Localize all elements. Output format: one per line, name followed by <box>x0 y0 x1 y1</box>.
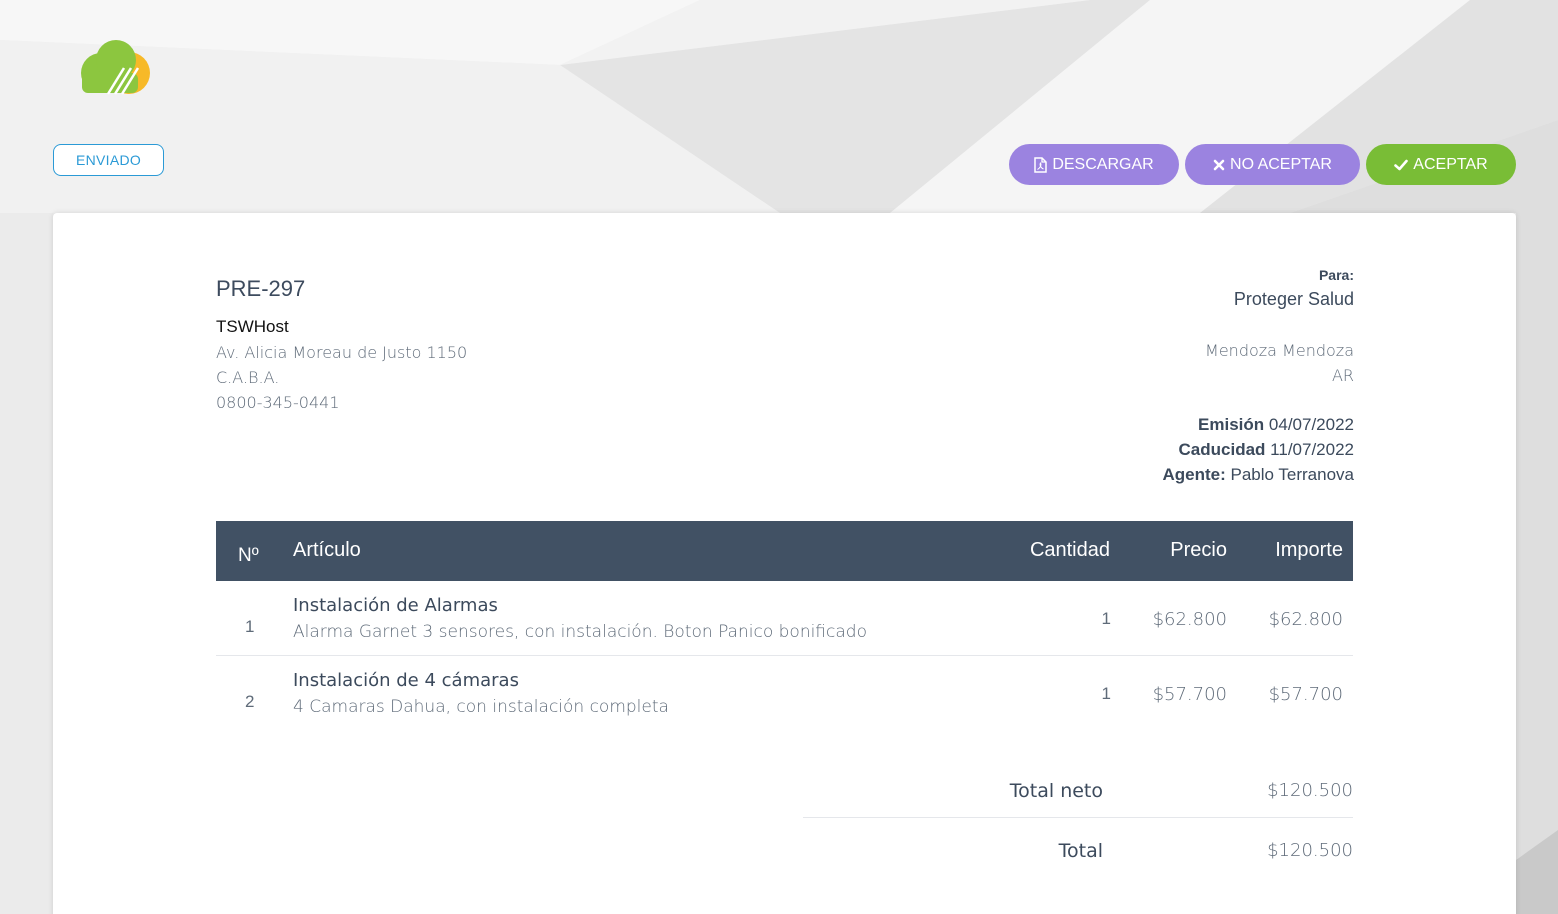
net-total-label: Total neto <box>1009 780 1103 802</box>
agent-name: Pablo Terranova <box>1230 465 1355 484</box>
issue-date-row: Emisión 04/07/2022 <box>1198 415 1354 435</box>
header-num: Nº <box>238 545 259 566</box>
items-table: Nº Artículo Cantidad Precio Importe 1 In… <box>216 521 1353 731</box>
agent-row: Agente: Pablo Terranova <box>1162 465 1354 485</box>
status-badge: ENVIADO <box>53 144 164 176</box>
table-header: Nº Artículo Cantidad Precio Importe <box>216 521 1353 581</box>
download-button-label: DESCARGAR <box>1052 155 1154 173</box>
recipient-country: AR <box>1331 366 1354 385</box>
accept-button[interactable]: ACEPTAR <box>1366 144 1516 185</box>
reject-button-label: NO ACEPTAR <box>1230 155 1332 173</box>
check-icon <box>1394 159 1409 171</box>
company-name: TSWHost <box>216 317 289 336</box>
company-phone: 0800-345-0441 <box>216 393 340 412</box>
item-title: Instalación de Alarmas <box>293 595 498 616</box>
company-logo <box>81 40 150 95</box>
item-quantity: 1 <box>1101 684 1111 703</box>
item-amount: $57.700 <box>1268 684 1343 705</box>
item-price: $62.800 <box>1152 609 1227 630</box>
item-quantity: 1 <box>1101 609 1111 628</box>
expiry-date-row: Caducidad 11/07/2022 <box>1179 440 1354 460</box>
issue-date-label: Emisión <box>1198 415 1265 434</box>
header-quantity: Cantidad <box>1029 539 1110 561</box>
quote-card: PRE-297 TSWHost Av. Alicia Moreau de Jus… <box>53 213 1516 914</box>
expiry-date-value: 11/07/2022 <box>1270 440 1354 459</box>
accept-button-label: ACEPTAR <box>1413 155 1488 173</box>
recipient-city: Mendoza Mendoza <box>1205 341 1354 360</box>
item-amount: $62.800 <box>1268 609 1343 630</box>
header-amount: Importe <box>1275 539 1343 561</box>
download-button[interactable]: DESCARGAR <box>1009 144 1179 185</box>
reject-button[interactable]: NO ACEPTAR <box>1185 144 1360 185</box>
issue-date-value: 04/07/2022 <box>1268 415 1354 434</box>
expiry-date-label: Caducidad <box>1178 440 1266 459</box>
item-description: Alarma Garnet 3 sensores, con instalació… <box>293 622 867 642</box>
recipient-label: Para: <box>1318 267 1354 283</box>
row-number: 1 <box>245 617 255 636</box>
header-price: Precio <box>1170 539 1227 561</box>
table-row: 1 Instalación de Alarmas Alarma Garnet 3… <box>216 581 1353 656</box>
total-label: Total <box>1058 840 1103 862</box>
table-row: 2 Instalación de 4 cámaras 4 Camaras Dah… <box>216 656 1353 731</box>
net-total-value: $120.500 <box>1267 780 1353 801</box>
document-number: PRE-297 <box>216 276 306 301</box>
total-value: $120.500 <box>1267 840 1353 861</box>
item-price: $57.700 <box>1152 684 1227 705</box>
file-pdf-icon <box>1034 156 1048 173</box>
row-number: 2 <box>245 692 255 711</box>
company-address: Av. Alicia Moreau de Justo 1150 <box>216 343 468 362</box>
recipient-name: Proteger Salud <box>1233 289 1354 309</box>
item-title: Instalación de 4 cámaras <box>293 670 519 691</box>
company-city: C.A.B.A. <box>216 368 280 387</box>
total-row: Total $120.500 <box>803 830 1353 878</box>
item-description: 4 Camaras Dahua, con instalación complet… <box>293 697 669 717</box>
totals-section: Total neto $120.500 Total $120.500 <box>803 770 1353 878</box>
agent-label: Agente: <box>1162 465 1226 484</box>
header-item: Artículo <box>293 539 361 561</box>
times-icon <box>1213 159 1225 171</box>
net-total-row: Total neto $120.500 <box>803 770 1353 818</box>
